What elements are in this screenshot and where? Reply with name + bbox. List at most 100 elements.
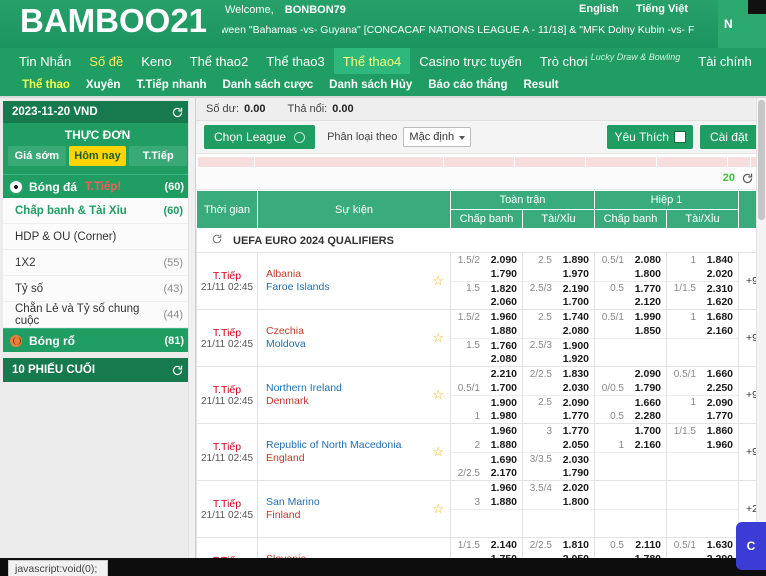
odds-line[interactable]: [523, 523, 594, 537]
odds-line[interactable]: [667, 466, 738, 480]
odds-line[interactable]: 1.690: [451, 452, 522, 466]
odds-line[interactable]: [667, 495, 738, 509]
odds-cell-fm_ou[interactable]: 2/2.5 1.830 2.030 2.5 2.090 1.770: [522, 366, 595, 424]
odds-line[interactable]: 2.080: [451, 352, 522, 366]
nav-item-1[interactable]: Số đề: [80, 48, 132, 74]
sidebar-market-4[interactable]: Chẵn Lẻ và Tỷ số chung cuộc (44): [3, 302, 192, 328]
odds-line[interactable]: 1 1.840: [667, 253, 738, 267]
odds-line[interactable]: 2/2.5 1.810: [523, 538, 594, 552]
odds-line[interactable]: 2.020: [667, 267, 738, 281]
odds-cell-fm_hdp[interactable]: 1.960 2 1.880 1.690 2/2.5 2.170: [450, 423, 523, 481]
odds-cell-fm_hdp[interactable]: 2.210 0.5/1 1.700 1.900 1 1.980: [450, 366, 523, 424]
nav-item-5[interactable]: Thể thao4: [333, 48, 411, 74]
odds-cell-fm_ou[interactable]: 2.5 1.740 2.080 2.5/3 1.900 1.920: [522, 309, 595, 367]
odds-cell-h1_hdp[interactable]: 2.090 0/0.5 1.790 1.660 0.5 2.280: [594, 366, 667, 424]
odds-line[interactable]: 1.850: [595, 324, 666, 338]
odds-line[interactable]: 2.080: [523, 324, 594, 338]
odds-line[interactable]: 0.5/1 1.990: [595, 310, 666, 324]
odds-line[interactable]: 1.790: [451, 267, 522, 281]
favorite-star-icon[interactable]: ☆: [432, 444, 444, 460]
odds-line[interactable]: 1.700: [523, 295, 594, 309]
odds-cell-fm_ou[interactable]: 3.5/4 2.020 1.800: [522, 480, 595, 538]
subnav-item-5[interactable]: Báo cáo thắng: [420, 74, 515, 96]
odds-line[interactable]: [595, 452, 666, 466]
odds-line[interactable]: 1.660: [595, 395, 666, 409]
odds-line[interactable]: [667, 452, 738, 466]
sidebar-market-1[interactable]: HDP & OU (Corner): [3, 224, 192, 250]
odds-line[interactable]: 2.5/3 2.190: [523, 281, 594, 295]
odds-line[interactable]: [595, 466, 666, 480]
odds-line[interactable]: [667, 481, 738, 495]
favorite-star-icon[interactable]: ☆: [432, 330, 444, 346]
odds-line[interactable]: 1.880: [451, 324, 522, 338]
match-row[interactable]: T.Tiếp 21/11 02:45 Northern Ireland Denmark…: [196, 366, 766, 424]
odds-cell-h1_ou[interactable]: 0.5/1 1.660 2.250 1 2.090 1.770: [666, 366, 739, 424]
odds-line[interactable]: 1/1.5 2.140: [451, 538, 522, 552]
odds-line[interactable]: 2.090: [595, 367, 666, 381]
odds-line[interactable]: 1.790: [523, 466, 594, 480]
odds-line[interactable]: 1.5/2 2.090: [451, 253, 522, 267]
odds-line[interactable]: 0.5 1.770: [595, 281, 666, 295]
odds-line[interactable]: 1 2.160: [595, 438, 666, 452]
match-row[interactable]: T.Tiếp 21/11 02:45 San Marino Finland ☆ 1.960…: [196, 480, 766, 538]
nav-item-9[interactable]: Số dư: [761, 48, 766, 74]
sidebar-sport-basketball[interactable]: Bóng rổ (81): [3, 328, 192, 352]
refresh-icon[interactable]: [171, 364, 184, 377]
odds-line[interactable]: [595, 481, 666, 495]
odds-line[interactable]: 0.5/1 1.630: [667, 538, 738, 552]
odds-line[interactable]: 2.060: [451, 295, 522, 309]
odds-line[interactable]: 1.970: [523, 267, 594, 281]
odds-line[interactable]: 2.5/3 1.900: [523, 338, 594, 352]
odds-cell-fm_hdp[interactable]: 1.5/2 1.960 1.880 1.5 1.760 2.080: [450, 309, 523, 367]
odds-line[interactable]: 2.5 1.740: [523, 310, 594, 324]
subnav-item-0[interactable]: Thể thao: [14, 74, 78, 96]
match-event-cell[interactable]: Northern Ireland Denmark ☆: [257, 366, 451, 424]
odds-cell-h1_hdp[interactable]: 0.5/1 2.080 1.800 0.5 1.770 2.120: [594, 252, 667, 310]
nav-item-6[interactable]: Casino trực tuyến: [410, 48, 531, 74]
sidebar-market-3[interactable]: Tỷ số (43): [3, 276, 192, 302]
sidebar-sport-football[interactable]: Bóng đá T.Tiếp! (60): [3, 174, 192, 198]
sidebar-tab-1[interactable]: Hôm nay: [68, 146, 127, 166]
odds-cell-h1_hdp[interactable]: [594, 480, 667, 538]
odds-line[interactable]: [595, 523, 666, 537]
odds-cell-h1_ou[interactable]: 1/1.5 1.860 1.960: [666, 423, 739, 481]
match-event-cell[interactable]: Republic of North Macedonia England ☆: [257, 423, 451, 481]
lang-english[interactable]: English: [579, 3, 619, 15]
odds-line[interactable]: 1.920: [523, 352, 594, 366]
odds-line[interactable]: 3 1.770: [523, 424, 594, 438]
odds-line[interactable]: 1 2.090: [667, 395, 738, 409]
sidebar-market-0[interactable]: Chấp banh & Tài Xỉu (60): [3, 198, 192, 224]
match-event-cell[interactable]: Czechia Moldova ☆: [257, 309, 451, 367]
subnav-item-6[interactable]: Result: [515, 74, 566, 96]
odds-line[interactable]: 1.770: [523, 409, 594, 423]
odds-line[interactable]: 1.960: [451, 424, 522, 438]
sidebar-tab-0[interactable]: Giá sớm: [8, 146, 66, 166]
odds-line[interactable]: [523, 509, 594, 523]
settings-button[interactable]: Cài đặt: [699, 125, 758, 149]
nav-item-3[interactable]: Thể thao2: [181, 48, 258, 74]
refresh-icon[interactable]: [741, 172, 754, 185]
nav-item-7[interactable]: Trò chơi Lucky Draw & Bowling: [531, 48, 689, 74]
odds-line[interactable]: 1.700: [595, 424, 666, 438]
favorite-star-icon[interactable]: ☆: [432, 273, 444, 289]
odds-line[interactable]: [667, 509, 738, 523]
subnav-item-1[interactable]: Xuyên: [78, 74, 129, 96]
subnav-item-4[interactable]: Danh sách Hủy: [321, 74, 420, 96]
odds-line[interactable]: 3/3.5 2.030: [523, 452, 594, 466]
odds-line[interactable]: 2.250: [667, 381, 738, 395]
nav-item-8[interactable]: Tài chính: [689, 48, 760, 74]
odds-line[interactable]: [667, 523, 738, 537]
odds-line[interactable]: [595, 509, 666, 523]
odds-line[interactable]: 2 1.880: [451, 438, 522, 452]
odds-line[interactable]: 0.5/1 1.660: [667, 367, 738, 381]
odds-line[interactable]: 3.5/4 2.020: [523, 481, 594, 495]
odds-line[interactable]: [451, 523, 522, 537]
nav-item-0[interactable]: Tin Nhắn: [10, 48, 80, 74]
refresh-icon[interactable]: [171, 106, 184, 119]
odds-cell-h1_hdp[interactable]: 1.700 1 2.160: [594, 423, 667, 481]
odds-line[interactable]: 2.030: [523, 381, 594, 395]
odds-cell-fm_ou[interactable]: 2.5 1.890 1.970 2.5/3 2.190 1.700: [522, 252, 595, 310]
match-row[interactable]: T.Tiếp 21/11 02:45 Albania Faroe Islands ☆ 1.…: [196, 252, 766, 310]
odds-line[interactable]: 1.800: [523, 495, 594, 509]
odds-line[interactable]: 1.5 1.760: [451, 338, 522, 352]
